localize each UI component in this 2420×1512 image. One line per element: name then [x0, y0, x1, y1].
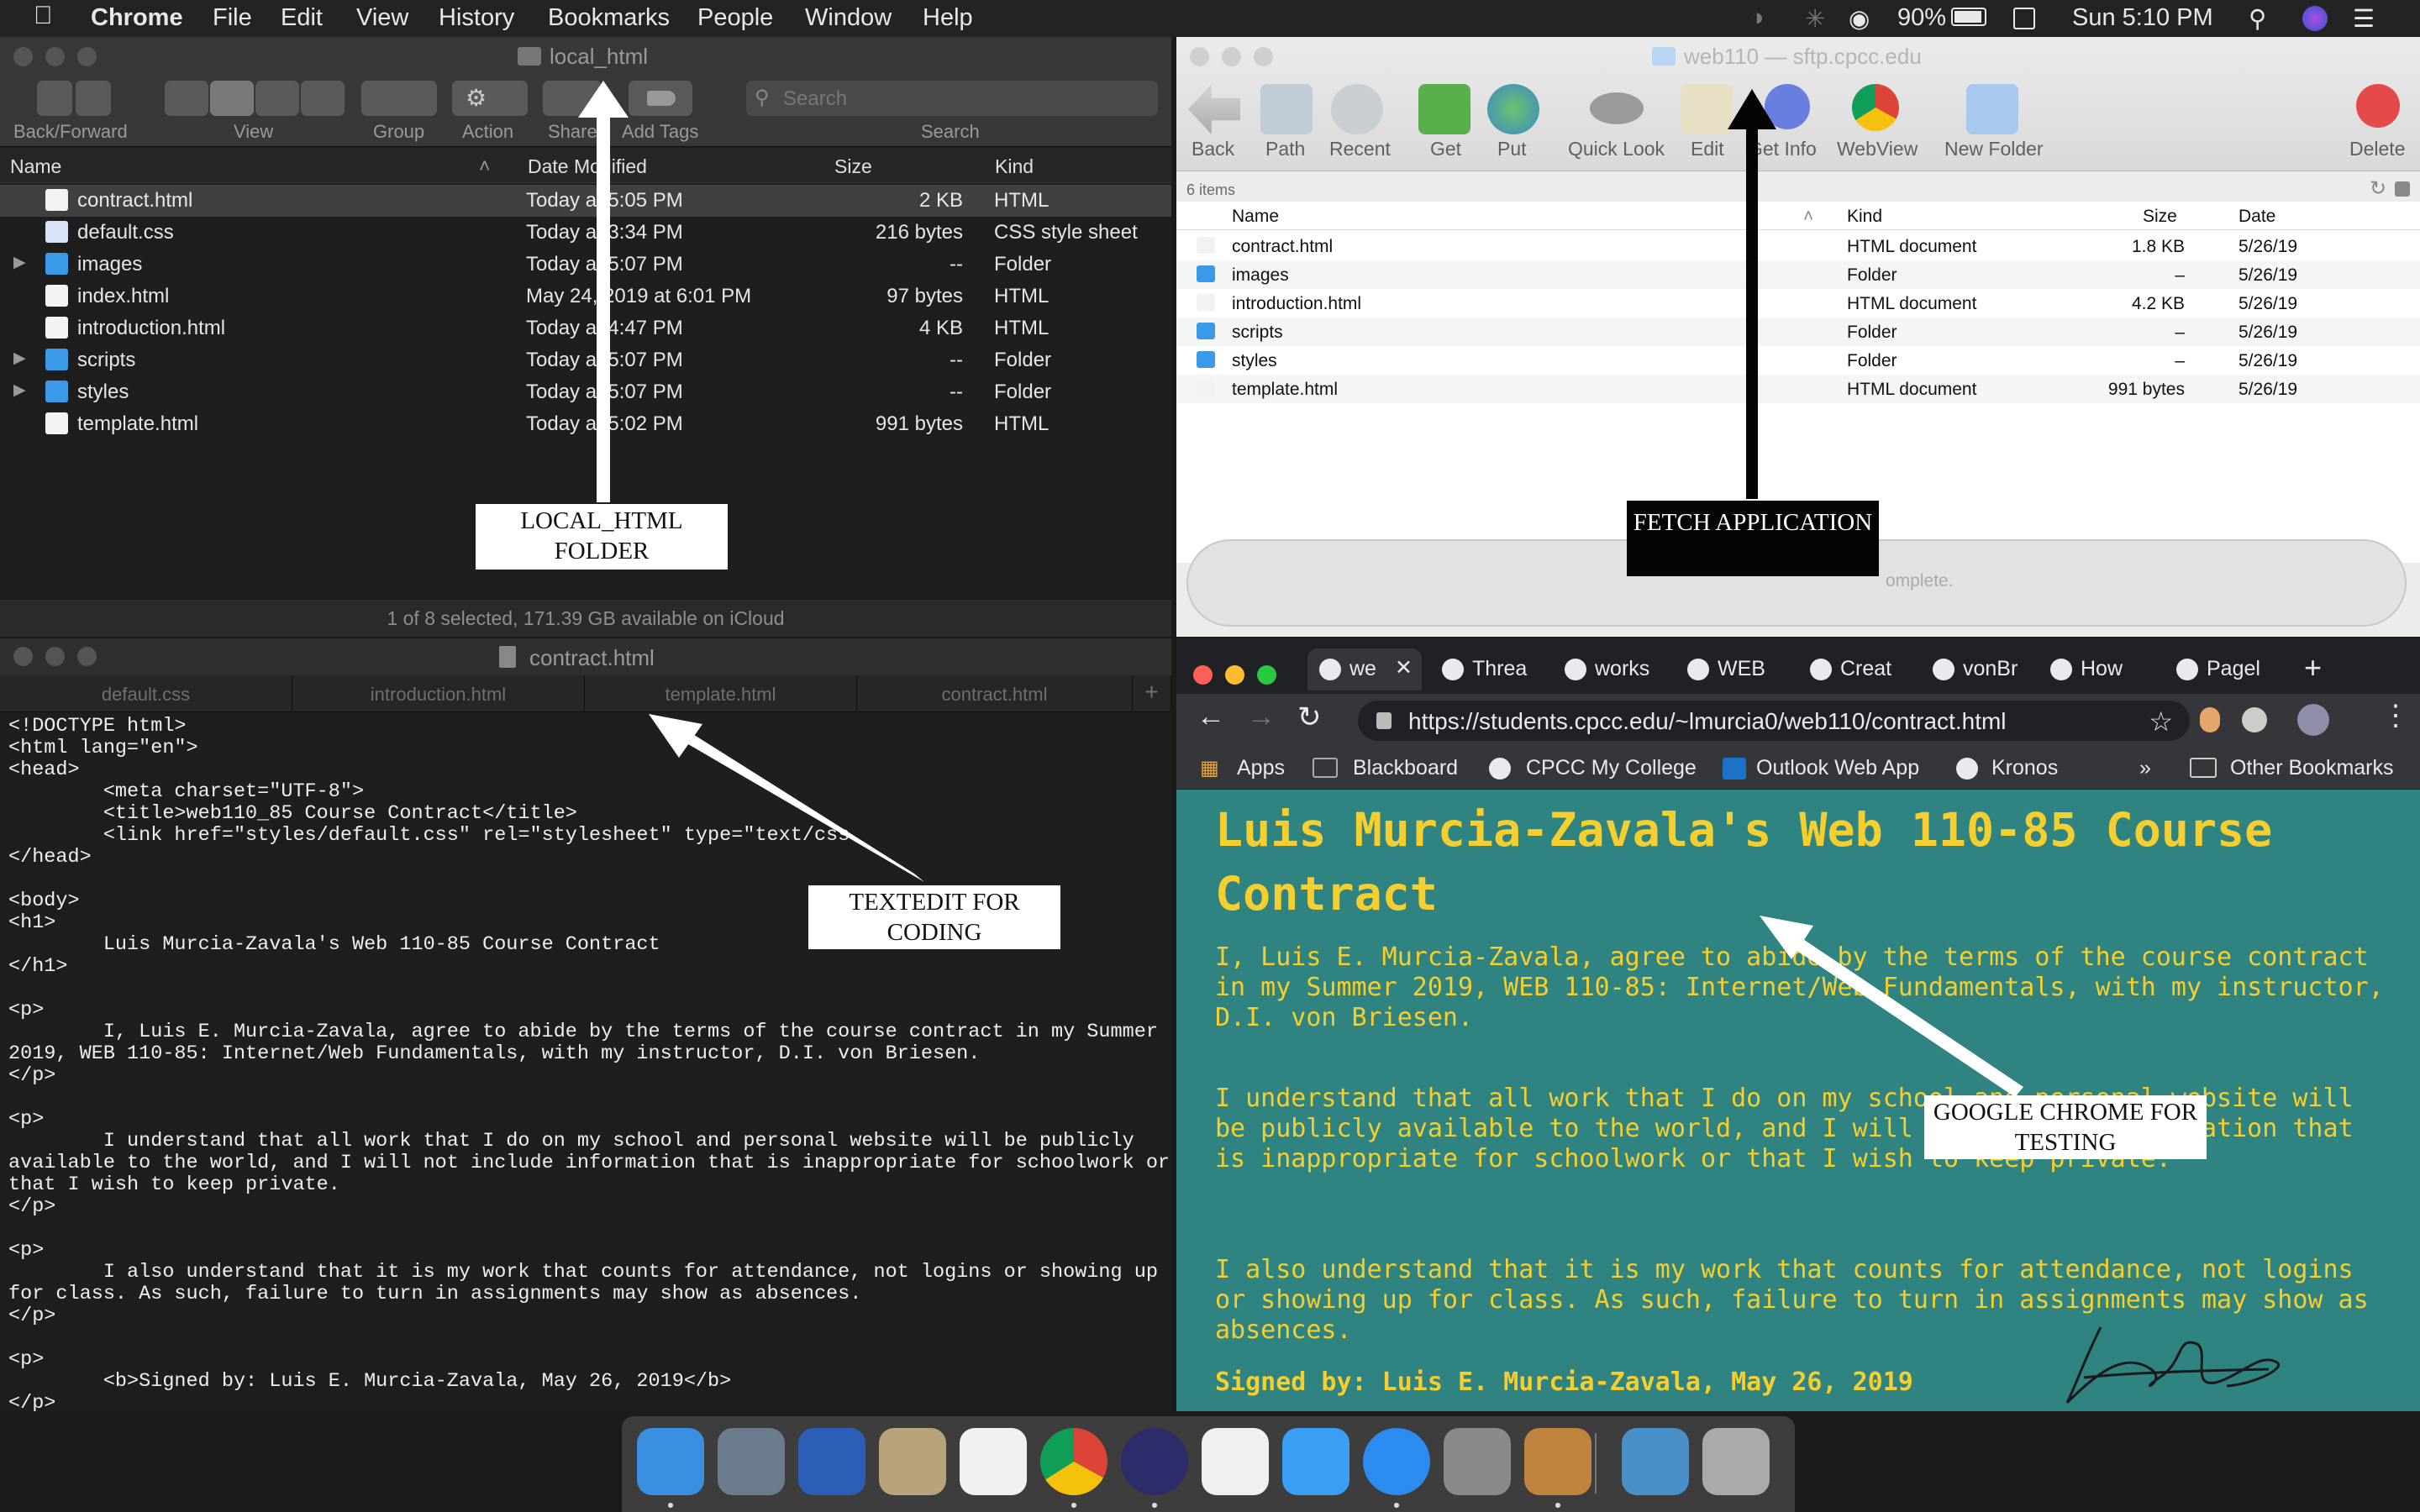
messages-icon[interactable]	[1282, 1428, 1349, 1495]
running-indicator	[668, 1503, 673, 1508]
siri-icon[interactable]	[1121, 1428, 1188, 1495]
itunes-icon[interactable]	[1202, 1428, 1269, 1495]
downloads-icon[interactable]	[1622, 1428, 1689, 1495]
dock	[622, 1416, 1795, 1512]
system-preferences-icon[interactable]	[1444, 1428, 1511, 1495]
annotation-textedit-for-coding: TEXTEDIT FOR CODING	[808, 885, 1060, 949]
running-indicator	[1555, 1503, 1560, 1508]
running-indicator	[1152, 1503, 1157, 1508]
arrow-textedit	[649, 714, 924, 882]
word-icon[interactable]	[798, 1428, 865, 1495]
running-indicator	[1071, 1503, 1076, 1508]
fetch-dog-icon[interactable]	[1524, 1428, 1591, 1495]
annotation-chrome-for-testing: GOOGLE CHROME FOR TESTING	[1924, 1095, 2207, 1159]
textedit-icon[interactable]	[960, 1428, 1027, 1495]
launchpad-icon[interactable]	[718, 1428, 785, 1495]
running-indicator	[1394, 1503, 1399, 1508]
annotation-arrows	[578, 81, 2023, 1097]
zoom-icon[interactable]	[1363, 1428, 1430, 1495]
chrome-icon[interactable]	[1040, 1428, 1107, 1495]
arrow-fetch	[1728, 89, 1776, 499]
dock-separator	[1595, 1433, 1597, 1494]
annotation-fetch-application: FETCH APPLICATION	[1627, 501, 1879, 576]
preview-icon[interactable]	[879, 1428, 946, 1495]
annotation-local-html-folder: LOCAL_HTML FOLDER	[476, 504, 728, 570]
arrow-chrome	[1760, 916, 2023, 1097]
arrow-local	[578, 81, 629, 502]
finder-icon[interactable]	[637, 1428, 704, 1495]
trash-icon[interactable]	[1702, 1428, 1770, 1495]
